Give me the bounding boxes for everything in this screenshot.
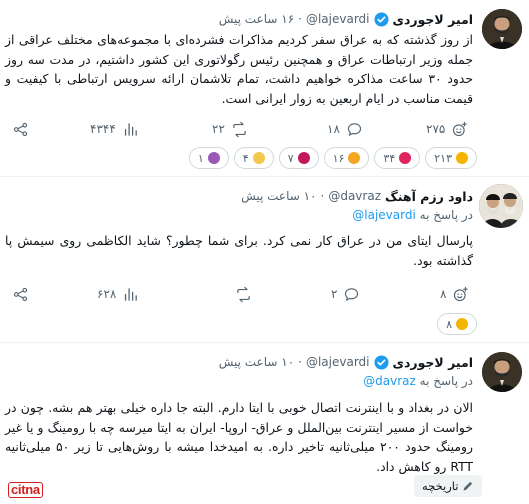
comment-icon [347, 122, 361, 136]
share-button[interactable] [12, 118, 29, 140]
post-header: امیر لاجوردی @lajevardi · ۱۶ ساعت پیش [219, 9, 473, 29]
reaction-count: ۲۱۳ [434, 151, 452, 165]
citna-watermark-logo: citna [8, 482, 43, 498]
reactions-bar: ۲۱۳ ۳۴ ۱۶ ۷ ۴ ۱ [188, 147, 477, 169]
share-icon [13, 287, 28, 301]
reaction-chip-heart[interactable]: ۳۴ [374, 147, 421, 169]
watermark-text: citna [8, 482, 43, 498]
reaction-chip-thumbs-up[interactable]: ۱۶ [323, 147, 370, 169]
reaction-count: ۴ [242, 151, 249, 165]
author-handle[interactable]: @davraz [328, 189, 381, 203]
author-avatar[interactable] [479, 184, 523, 228]
repost-count: ۱۸ [327, 122, 340, 136]
post-actions: ۴۳۴۴ ۲۲ ۱۸ ۲۷۵ [0, 118, 529, 140]
views-stat[interactable]: ۶۲۸ [97, 283, 139, 305]
post-header: داود رزم آهنگ @davraz · ۱۰ ساعت پیش [241, 186, 473, 206]
praying-emoji-icon [252, 152, 265, 164]
reaction-count: ۸ [446, 317, 452, 331]
reply-prefix: در پاسخ به [419, 374, 473, 388]
add-reaction-icon [454, 286, 469, 301]
repost-button[interactable]: ۱۸ [327, 118, 363, 140]
like-count: ۲۲ [212, 122, 225, 136]
author-avatar[interactable] [482, 9, 522, 49]
pencil-icon [463, 481, 473, 491]
laugh-emoji-icon [456, 318, 468, 330]
reaction-chip-laugh[interactable]: ۸ [437, 313, 477, 335]
views-count: ۴۳۴۴ [90, 122, 116, 136]
repost-count: ۲ [331, 287, 338, 301]
views-chart-icon [124, 122, 137, 136]
post-time[interactable]: ۱۰ ساعت پیش [241, 189, 316, 203]
verified-badge-icon [373, 354, 389, 370]
edit-history-button[interactable]: تاریخچه [414, 475, 483, 497]
separator-dot: · [298, 12, 302, 26]
post-text: پارسال ایتای من در عراق کار نمی کرد. برا… [5, 233, 473, 268]
author-name[interactable]: امیر لاجوردی [393, 12, 473, 27]
separator-dot: · [320, 189, 325, 203]
post-text: از روز گذشته که به عراق سفر کردیم مذاکرا… [5, 32, 473, 106]
views-chart-icon [125, 287, 138, 301]
reply-context: در پاسخ به @lajevardi [352, 208, 473, 222]
reaction-count: ۱ [197, 151, 204, 165]
post-header: امیر لاجوردی @lajevardi · ۱۰ ساعت پیش [219, 352, 473, 372]
reaction-chip-scream[interactable]: ۱ [188, 147, 229, 169]
rose-emoji-icon [297, 152, 310, 164]
like-button[interactable]: ۲۲ [212, 118, 248, 140]
reply-button[interactable]: ۸ [440, 283, 469, 305]
author-handle[interactable]: @lajevardi [306, 355, 370, 369]
post-divider [0, 342, 529, 343]
reaction-count: ۷ [287, 151, 294, 165]
reply-context: در پاسخ به @davraz [363, 374, 473, 388]
share-button[interactable] [12, 283, 29, 305]
author-handle[interactable]: @lajevardi [306, 12, 370, 26]
like-button[interactable] [229, 283, 252, 305]
laugh-emoji-icon [456, 152, 468, 164]
separator-dot: · [298, 355, 302, 369]
thumbs-up-emoji-icon [348, 152, 361, 164]
reply-button[interactable]: ۲۷۵ [426, 118, 468, 140]
post-text: الان در بغداد و با اینترنت اتصال خوبی با… [5, 400, 473, 474]
verified-badge-icon [373, 11, 389, 27]
heart-emoji-icon [399, 152, 412, 164]
repost-button[interactable]: ۲ [331, 283, 360, 305]
reply-prefix: در پاسخ به [419, 208, 473, 222]
reaction-chip-rose[interactable]: ۷ [278, 147, 319, 169]
post-time[interactable]: ۱۶ ساعت پیش [219, 12, 294, 26]
reply-count: ۸ [440, 287, 447, 301]
author-name[interactable]: داود رزم آهنگ [385, 189, 473, 204]
share-icon [13, 122, 28, 136]
author-avatar[interactable] [482, 352, 522, 392]
reply-mention-link[interactable]: @lajevardi [352, 208, 416, 222]
reactions-bar: ۸ [437, 313, 477, 335]
views-count: ۶۲۸ [97, 287, 117, 301]
avatar-image-icon [482, 352, 522, 392]
reply-count: ۲۷۵ [426, 122, 446, 136]
post-time[interactable]: ۱۰ ساعت پیش [219, 355, 294, 369]
post-divider [0, 176, 529, 177]
repost-icon [233, 121, 246, 137]
reaction-count: ۳۴ [383, 151, 396, 165]
scream-emoji-icon [207, 152, 220, 164]
avatar-image-icon [482, 9, 522, 49]
author-name[interactable]: امیر لاجوردی [393, 355, 473, 370]
repost-icon [237, 286, 250, 302]
add-reaction-icon [453, 121, 468, 136]
comment-icon [345, 287, 359, 301]
reaction-chip-praying[interactable]: ۴ [233, 147, 274, 169]
edit-history-label: تاریخچه [422, 479, 459, 493]
reaction-count: ۱۶ [332, 151, 345, 165]
reaction-chip-laugh[interactable]: ۲۱۳ [425, 147, 477, 169]
reply-mention-link[interactable]: @davraz [363, 374, 416, 388]
post-actions: ۶۲۸ ۲ ۸ [0, 283, 529, 305]
avatar-image-icon [479, 184, 523, 228]
views-stat[interactable]: ۴۳۴۴ [90, 118, 139, 140]
